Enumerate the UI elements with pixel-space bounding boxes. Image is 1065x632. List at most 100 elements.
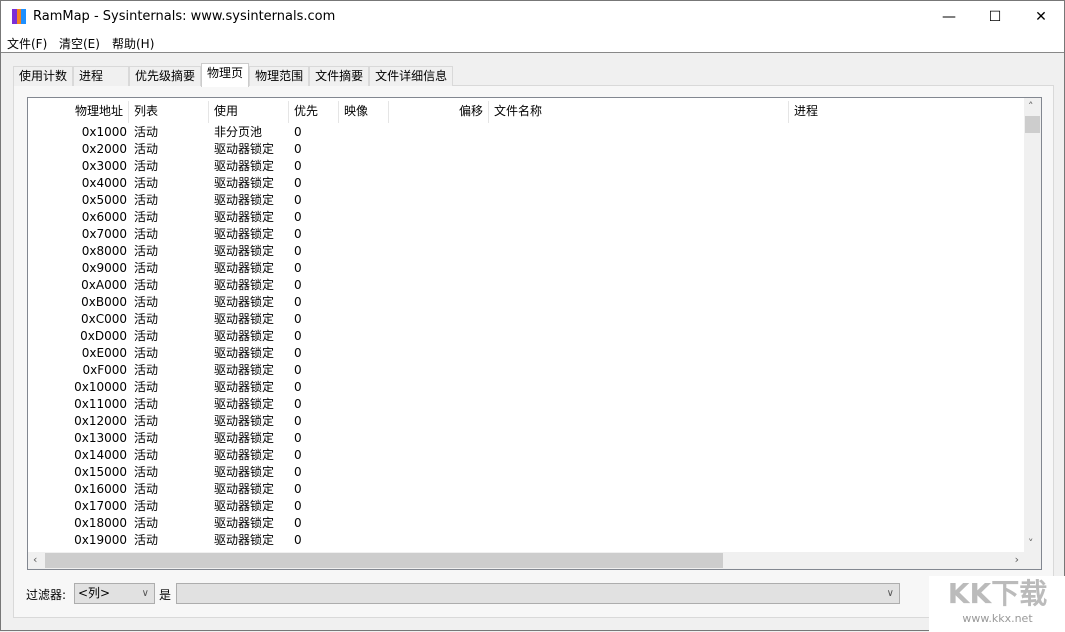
- horizontal-scroll-thumb[interactable]: [45, 553, 723, 568]
- table-row[interactable]: 0x12000 活动 驱动器锁定 0: [28, 413, 1024, 430]
- cell-use: 驱动器锁定: [214, 380, 275, 394]
- table-row[interactable]: 0xB000 活动 驱动器锁定 0: [28, 294, 1024, 311]
- menu-clear[interactable]: 清空(E): [59, 35, 100, 52]
- table-row[interactable]: 0x15000 活动 驱动器锁定 0: [28, 464, 1024, 481]
- table-row[interactable]: 0x19000 活动 驱动器锁定 0: [28, 532, 1024, 549]
- cell-list: 活动: [134, 448, 159, 462]
- table-row[interactable]: 0x9000 活动 驱动器锁定 0: [28, 260, 1024, 277]
- table-row[interactable]: 0xE000 活动 驱动器锁定 0: [28, 345, 1024, 362]
- cell-priority: 0: [294, 431, 302, 445]
- cell-list: 活动: [134, 312, 159, 326]
- cell-priority: 0: [294, 482, 302, 496]
- cell-list: 活动: [134, 499, 159, 513]
- cell-priority: 0: [294, 516, 302, 530]
- table-row[interactable]: 0xF000 活动 驱动器锁定 0: [28, 362, 1024, 379]
- cell-list: 活动: [134, 533, 159, 547]
- cell-list: 活动: [134, 516, 159, 530]
- cell-physical-address: 0xF000: [82, 363, 127, 377]
- horizontal-scrollbar[interactable]: ‹ ›: [28, 552, 1024, 569]
- cell-physical-address: 0xD000: [80, 329, 127, 343]
- cell-physical-address: 0x9000: [81, 261, 127, 275]
- maximize-button[interactable]: ☐: [972, 1, 1018, 33]
- menu-file[interactable]: 文件(F): [7, 35, 47, 52]
- cell-use: 驱动器锁定: [214, 176, 275, 190]
- table-row[interactable]: 0x11000 活动 驱动器锁定 0: [28, 396, 1024, 413]
- filter-column-select[interactable]: <列> ∨: [74, 583, 155, 604]
- table-row[interactable]: 0x7000 活动 驱动器锁定 0: [28, 226, 1024, 243]
- list-header: 物理地址 列表 使用 优先 映像 偏移 文件名称 进程: [28, 101, 1024, 123]
- col-file-name[interactable]: 文件名称: [489, 101, 789, 123]
- cell-priority: 0: [294, 363, 302, 377]
- cell-physical-address: 0x6000: [81, 210, 127, 224]
- menu-help[interactable]: 帮助(H): [112, 35, 154, 52]
- cell-priority: 0: [294, 261, 302, 275]
- table-row[interactable]: 0x13000 活动 驱动器锁定 0: [28, 430, 1024, 447]
- table-row[interactable]: 0x6000 活动 驱动器锁定 0: [28, 209, 1024, 226]
- filter-value-select[interactable]: ∨: [176, 583, 900, 604]
- vertical-scrollbar[interactable]: ˄ ˅: [1024, 98, 1041, 552]
- table-row[interactable]: 0x17000 活动 驱动器锁定 0: [28, 498, 1024, 515]
- chevron-down-icon: ∨: [141, 588, 149, 599]
- tab-physical-pages[interactable]: 物理页: [201, 63, 250, 87]
- col-use[interactable]: 使用: [209, 101, 289, 123]
- physical-pages-list[interactable]: 物理地址 列表 使用 优先 映像 偏移 文件名称 进程 0x1000 活动 非分页池…: [27, 97, 1042, 570]
- cell-list: 活动: [134, 414, 159, 428]
- col-priority[interactable]: 优先: [289, 101, 339, 123]
- chevron-down-icon: ∨: [886, 588, 894, 599]
- table-row[interactable]: 0xD000 活动 驱动器锁定 0: [28, 328, 1024, 345]
- cell-priority: 0: [294, 380, 302, 394]
- scroll-up-icon[interactable]: ˄: [1028, 100, 1034, 113]
- filter-is-label: 是: [159, 588, 172, 602]
- cell-list: 活动: [134, 329, 159, 343]
- cell-physical-address: 0x19000: [74, 533, 127, 547]
- table-row[interactable]: 0x4000 活动 驱动器锁定 0: [28, 175, 1024, 192]
- cell-list: 活动: [134, 244, 159, 258]
- table-row[interactable]: 0x14000 活动 驱动器锁定 0: [28, 447, 1024, 464]
- tab-file-summary[interactable]: 文件摘要: [309, 66, 370, 86]
- cell-physical-address: 0xE000: [81, 346, 127, 360]
- tab-priority-summary[interactable]: 优先级摘要: [129, 66, 202, 86]
- table-row[interactable]: 0x16000 活动 驱动器锁定 0: [28, 481, 1024, 498]
- col-process[interactable]: 进程: [789, 101, 1024, 123]
- tab-processes[interactable]: 进程: [73, 66, 130, 86]
- cell-priority: 0: [294, 159, 302, 173]
- cell-priority: 0: [294, 414, 302, 428]
- col-offset[interactable]: 偏移: [389, 101, 489, 123]
- close-button[interactable]: ✕: [1018, 1, 1064, 33]
- vertical-scroll-thumb[interactable]: [1025, 116, 1040, 133]
- tab-physical-ranges[interactable]: 物理范围: [249, 66, 310, 86]
- cell-physical-address: 0x18000: [74, 516, 127, 530]
- cell-priority: 0: [294, 227, 302, 241]
- table-row[interactable]: 0x3000 活动 驱动器锁定 0: [28, 158, 1024, 175]
- cell-physical-address: 0x13000: [74, 431, 127, 445]
- tab-file-details[interactable]: 文件详细信息: [369, 66, 454, 86]
- watermark-logo: KK下载: [947, 577, 1048, 610]
- minimize-button[interactable]: —: [926, 1, 972, 33]
- cell-physical-address: 0x5000: [81, 193, 127, 207]
- cell-physical-address: 0x12000: [74, 414, 127, 428]
- cell-priority: 0: [294, 448, 302, 462]
- table-row[interactable]: 0x10000 活动 驱动器锁定 0: [28, 379, 1024, 396]
- cell-use: 非分页池: [214, 125, 263, 139]
- cell-list: 活动: [134, 125, 159, 139]
- col-list[interactable]: 列表: [129, 101, 209, 123]
- cell-use: 驱动器锁定: [214, 159, 275, 173]
- table-row[interactable]: 0x8000 活动 驱动器锁定 0: [28, 243, 1024, 260]
- cell-list: 活动: [134, 227, 159, 241]
- scroll-left-icon[interactable]: ‹: [33, 553, 37, 566]
- col-physical-address[interactable]: 物理地址: [28, 101, 129, 123]
- table-row[interactable]: 0x2000 活动 驱动器锁定 0: [28, 141, 1024, 158]
- scroll-down-icon[interactable]: ˅: [1028, 537, 1034, 550]
- watermark-url: www.kkx.net: [962, 612, 1033, 625]
- table-row[interactable]: 0x18000 活动 驱动器锁定 0: [28, 515, 1024, 532]
- table-row[interactable]: 0xA000 活动 驱动器锁定 0: [28, 277, 1024, 294]
- scroll-right-icon[interactable]: ›: [1015, 553, 1019, 566]
- table-row[interactable]: 0x5000 活动 驱动器锁定 0: [28, 192, 1024, 209]
- tab-usage-counts[interactable]: 使用计数: [13, 66, 74, 86]
- col-image[interactable]: 映像: [339, 101, 389, 123]
- table-row[interactable]: 0x1000 活动 非分页池 0: [28, 124, 1024, 141]
- table-row[interactable]: 0xC000 活动 驱动器锁定 0: [28, 311, 1024, 328]
- cell-list: 活动: [134, 176, 159, 190]
- cell-physical-address: 0x10000: [74, 380, 127, 394]
- cell-physical-address: 0x3000: [81, 159, 127, 173]
